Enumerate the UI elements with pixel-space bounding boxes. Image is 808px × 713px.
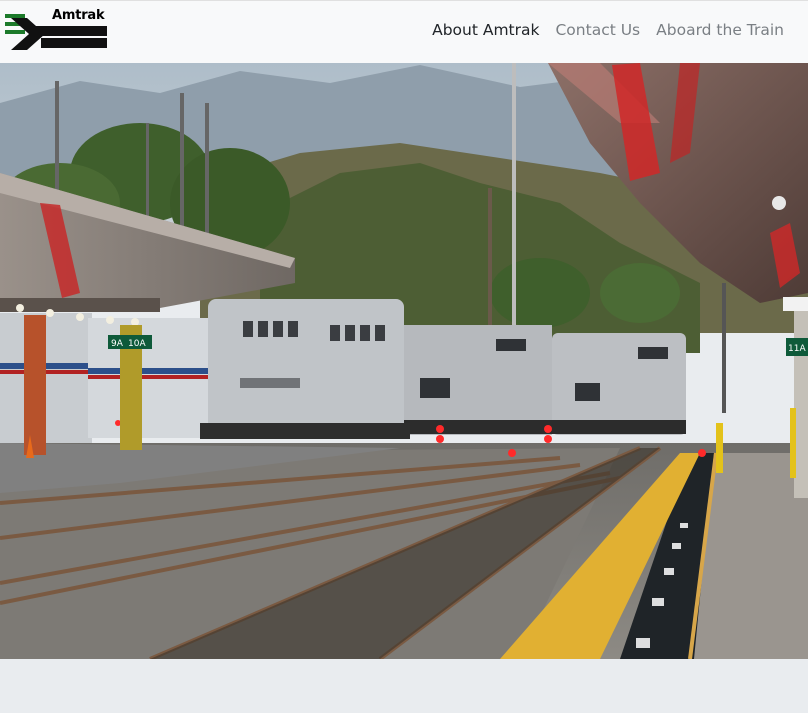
svg-text:10A: 10A [128, 339, 146, 349]
nav-contact-us[interactable]: Contact Us [555, 21, 640, 39]
svg-text:11A: 11A [788, 344, 806, 354]
top-navbar: Amtrak About Amtrak Contact Us Aboard th… [0, 0, 808, 63]
amtrak-logo-link[interactable]: Amtrak [5, 8, 109, 54]
nav-about-amtrak[interactable]: About Amtrak [432, 21, 539, 39]
svg-text:9A: 9A [111, 339, 124, 349]
train-station-photo: 9A 10A 11A [0, 63, 808, 659]
nav-aboard-the-train[interactable]: Aboard the Train [656, 21, 784, 39]
page-footer-area [0, 659, 808, 713]
hero-train-image: 9A 10A 11A [0, 63, 808, 659]
main-nav: About Amtrak Contact Us Aboard the Train [432, 21, 784, 39]
brand-name: Amtrak [52, 8, 105, 23]
